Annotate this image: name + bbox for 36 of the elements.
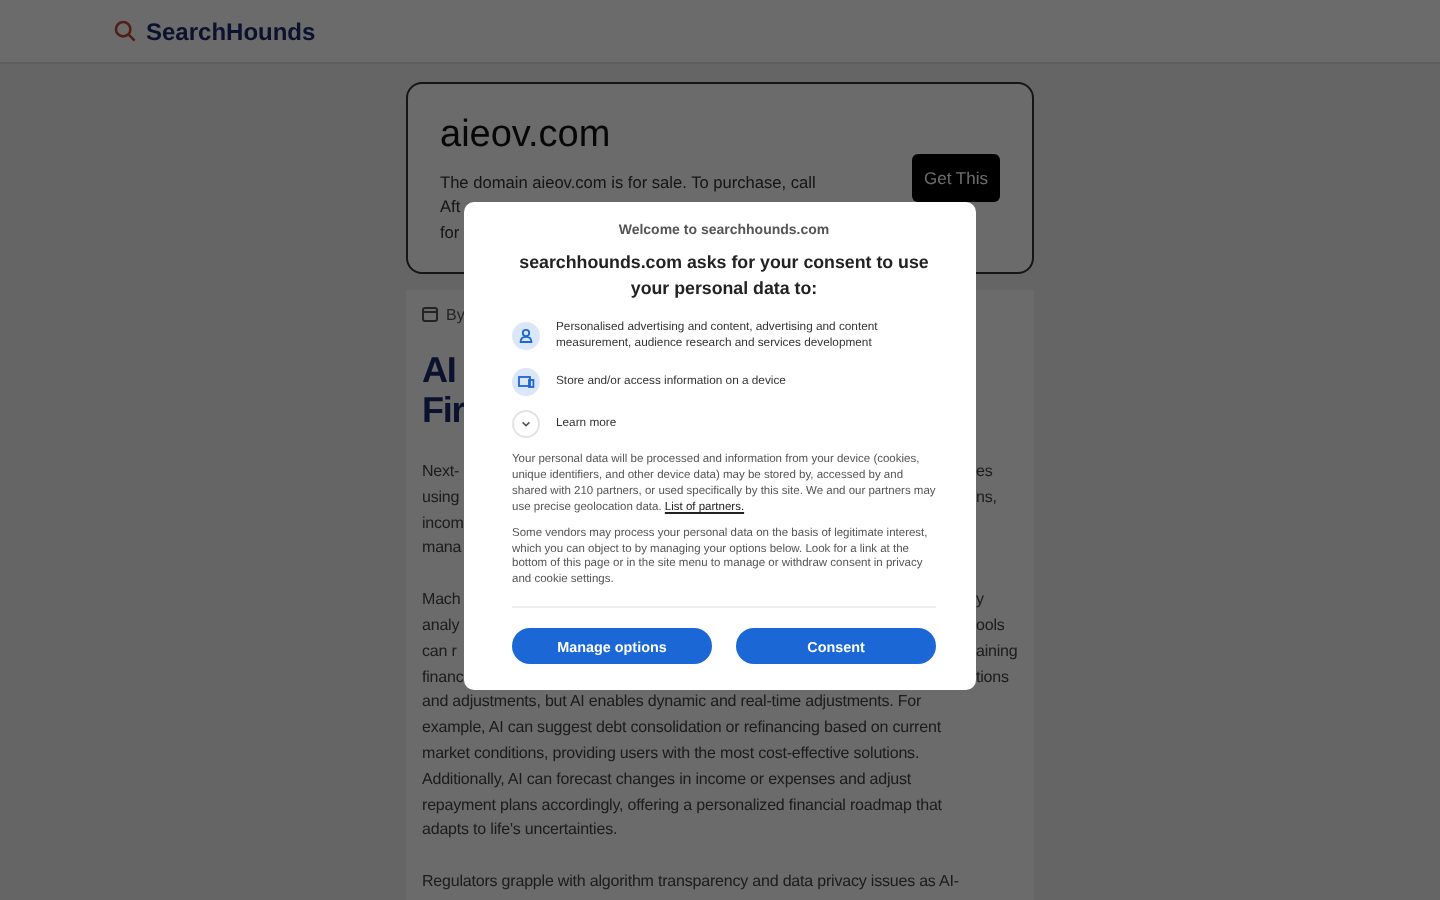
article-text: Mach bbox=[422, 588, 461, 613]
dialog-title: searchhounds.com asks for your consent to use your personal data to: bbox=[517, 250, 931, 302]
article-text: adapts to life's uncertainties. bbox=[422, 818, 618, 843]
site-logo[interactable]: SearchHounds bbox=[146, 17, 316, 45]
article-text: tions bbox=[976, 665, 1009, 690]
article-text: Regulators grapple with algorithm transparency and data privacy issues as AI- bbox=[422, 870, 959, 895]
article-text: mana bbox=[422, 536, 462, 561]
article-text: es bbox=[976, 460, 993, 484]
domain-title: aieov.com bbox=[440, 111, 613, 160]
person-icon bbox=[512, 321, 540, 349]
article-text: y bbox=[976, 588, 984, 613]
article-text: can r bbox=[422, 639, 457, 664]
domain-text: Aft bbox=[440, 194, 461, 220]
article-text: ools bbox=[976, 613, 1005, 638]
calendar-icon bbox=[422, 306, 438, 322]
device-icon bbox=[512, 367, 540, 395]
article-text: example, AI can suggest debt consolidation or refinancing based on current bbox=[422, 716, 941, 741]
article-text: repayment plans accordingly, offering a personalized financial roadmap that bbox=[422, 793, 942, 818]
article-text: and adjustments, but AI enables dynamic and real-time adjustments. For bbox=[422, 690, 922, 715]
domain-text: for bbox=[440, 219, 460, 245]
search-icon bbox=[114, 20, 136, 42]
article-title: AI bbox=[422, 350, 456, 390]
article-text: ns, bbox=[976, 485, 997, 510]
domain-text: The domain aieov.com is for sale. To purchase, call bbox=[440, 169, 816, 195]
article-text: using bbox=[422, 485, 460, 510]
article-text: financ bbox=[422, 665, 464, 690]
article-text: market conditions, providing users with the most cost-effective solutions. bbox=[422, 741, 920, 766]
chevron-icon bbox=[512, 410, 540, 438]
article-text: Next- bbox=[422, 460, 460, 484]
article-text: Additionally, AI can forecast changes in income or expenses and adjust bbox=[422, 767, 912, 792]
get-this-button[interactable]: Get This bbox=[912, 154, 1000, 202]
article-text: aining bbox=[976, 639, 1018, 664]
article-text: incom bbox=[422, 511, 464, 536]
article-byline: By bbox=[446, 305, 465, 323]
article-text: analy bbox=[422, 613, 460, 638]
article-title: Fir bbox=[422, 390, 465, 430]
